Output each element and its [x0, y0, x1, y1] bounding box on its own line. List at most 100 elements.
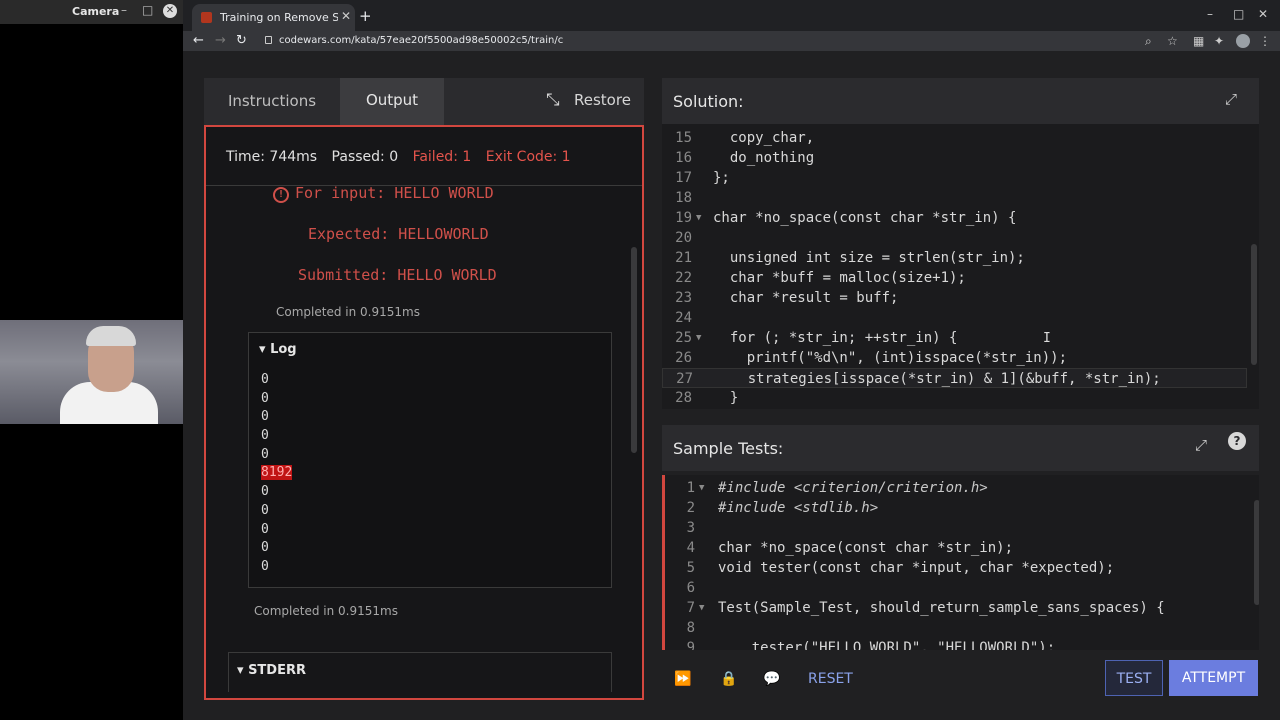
help-icon[interactable]: ? — [1228, 432, 1246, 450]
code-line[interactable]: 26 printf("%d\n", (int)isspace(*str_in))… — [662, 348, 1247, 368]
code-line[interactable]: 21 unsigned int size = strlen(str_in); — [662, 248, 1247, 268]
code-line[interactable]: 9 tester("HELLO WORLD", "HELLOWORLD"); — [665, 638, 1250, 650]
line-number: 1 — [686, 480, 695, 496]
code-line[interactable]: 8 — [665, 618, 1250, 638]
browser-tab[interactable]: Training on Remove String Spaces ✕ — [192, 4, 355, 31]
code-line[interactable]: 3 — [665, 518, 1250, 538]
restore-arrows-icon: ⤡ — [546, 90, 560, 110]
line-number: 16 — [675, 150, 692, 166]
fold-arrow-icon[interactable]: ▼ — [699, 598, 704, 618]
skip-forward-icon[interactable]: ⏩ — [674, 671, 691, 687]
code-line[interactable]: 15 copy_char, — [662, 128, 1247, 148]
log-toggle[interactable]: ▾ Log — [259, 342, 297, 357]
new-tab-button[interactable]: + — [359, 7, 372, 25]
reload-button[interactable]: ↻ — [236, 33, 247, 48]
camera-close-button[interactable]: ✕ — [163, 4, 177, 18]
restore-button[interactable]: ⤡ Restore — [546, 90, 631, 110]
output-scrollbar[interactable] — [631, 247, 637, 453]
tab-output[interactable]: Output — [340, 78, 444, 125]
code-line[interactable]: 19 ▼ char *no_space(const char *str_in) { — [662, 208, 1247, 228]
code-line[interactable]: 28 } — [662, 388, 1247, 408]
code-line[interactable]: 17}; — [662, 168, 1247, 188]
code-line[interactable]: 24 — [662, 308, 1247, 328]
zoom-icon[interactable]: ⌕ — [1145, 34, 1152, 49]
code-line[interactable]: 2 #include <stdlib.h> — [665, 498, 1250, 518]
code-line[interactable]: 23 char *result = buff; — [662, 288, 1247, 308]
sample-tests-editor[interactable]: 1 ▼ #include <criterion/criterion.h> 2 #incl… — [662, 475, 1259, 650]
fold-arrow-icon[interactable]: ▼ — [696, 328, 701, 348]
restore-label: Restore — [574, 91, 631, 109]
reset-button[interactable]: RESET — [808, 671, 853, 687]
fold-arrow-icon[interactable]: ▼ — [699, 478, 704, 498]
stderr-section: ▾ STDERR — [228, 652, 612, 692]
log-box: ▾ Log 0 0 0 0 0 8192 0 0 0 0 0 — [248, 332, 612, 588]
bookmark-star-icon[interactable]: ☆ — [1167, 34, 1178, 48]
solution-scrollbar[interactable] — [1251, 244, 1257, 365]
code-line[interactable]: 25 ▼ for (; *str_in; ++str_in) { — [662, 328, 1247, 348]
unlock-icon[interactable]: 🔒 — [720, 671, 737, 687]
code-line[interactable]: 5 void tester(const char *input, char *ex… — [665, 558, 1250, 578]
line-number: 3 — [686, 520, 695, 536]
tests-scrollbar[interactable] — [1254, 500, 1259, 605]
solution-title: Solution: — [673, 92, 744, 111]
output-area: Time: 744ms Passed: 0 Failed: 1 Exit Cod… — [204, 125, 644, 700]
browser-window: Training on Remove String Spaces ✕ + – □… — [183, 0, 1280, 720]
camera-minimize-button[interactable]: – — [121, 3, 127, 17]
forward-button[interactable]: → — [215, 33, 226, 48]
code-line[interactable]: 18 — [662, 188, 1247, 208]
log-value-text: 0 — [261, 446, 269, 462]
extension-grid-icon[interactable]: ▦ — [1193, 34, 1204, 48]
window-maximize-button[interactable]: □ — [1233, 7, 1244, 21]
code-line[interactable]: 27 strategies[isspace(*str_in) & 1](&buf… — [662, 368, 1247, 388]
output-panel: Instructions Output ⤡ Restore Time: 744ms… — [204, 78, 644, 700]
log-title: Log — [270, 342, 297, 357]
code-line[interactable]: 6 — [665, 578, 1250, 598]
code-text: char *no_space(const char *str_in); — [718, 540, 1014, 556]
line-number: 24 — [675, 310, 692, 326]
line-number: 9 — [686, 640, 695, 650]
code-line[interactable]: 4 char *no_space(const char *str_in); — [665, 538, 1250, 558]
discuss-icon[interactable]: 💬 — [763, 671, 780, 687]
fold-arrow-icon[interactable]: ▼ — [696, 208, 701, 228]
line-number: 27 — [676, 371, 693, 387]
tab-strip: Training on Remove String Spaces ✕ + – □… — [183, 0, 1280, 31]
log-value-text: 0 — [261, 521, 269, 537]
code-line[interactable]: 22 char *buff = malloc(size+1); — [662, 268, 1247, 288]
line-number: 6 — [686, 580, 695, 596]
back-button[interactable]: ← — [193, 33, 204, 48]
log-value-text: 8192 — [261, 465, 293, 481]
code-line[interactable]: 16 do_nothing — [662, 148, 1247, 168]
codewars-page: Instructions Output ⤡ Restore Time: 744ms… — [183, 51, 1280, 720]
solution-header: Solution: ⤢ — [662, 78, 1259, 124]
test-button[interactable]: TEST — [1105, 660, 1163, 696]
code-text: void tester(const char *input, char *exp… — [718, 560, 1115, 576]
code-text: printf("%d\n", (int)isspace(*str_in)); — [713, 350, 1068, 366]
extensions-puzzle-icon[interactable]: ✦ — [1214, 34, 1224, 48]
code-line[interactable]: 20 — [662, 228, 1247, 248]
expand-icon[interactable]: ⤢ — [1225, 90, 1237, 108]
attempt-button[interactable]: ATTEMPT — [1169, 660, 1258, 696]
error-for-input: ! For input: HELLO WORLD — [273, 184, 494, 203]
error-expected: Expected: HELLOWORLD — [308, 225, 489, 243]
code-line[interactable]: 7 ▼ Test(Sample_Test, should_return_sample… — [665, 598, 1250, 618]
code-text: }; — [713, 170, 730, 186]
profile-avatar[interactable] — [1236, 34, 1250, 48]
stderr-toggle[interactable]: ▾ STDERR — [237, 663, 306, 678]
window-minimize-button[interactable]: – — [1207, 7, 1213, 21]
solution-editor[interactable]: 15 copy_char, 16 do_nothing 17}; 18 19 ▼ char … — [662, 124, 1259, 409]
window-close-button[interactable]: ✕ — [1258, 7, 1268, 21]
line-number: 23 — [675, 290, 692, 306]
code-line[interactable]: 1 ▼ #include <criterion/criterion.h> — [665, 478, 1250, 498]
log-value: 0 — [261, 502, 341, 521]
log-value-text: 0 — [261, 540, 269, 556]
tab-close-icon[interactable]: ✕ — [341, 9, 351, 23]
log-value-text: 0 — [261, 372, 269, 387]
tab-instructions[interactable]: Instructions — [204, 78, 340, 125]
expand-icon[interactable]: ⤢ — [1195, 436, 1207, 454]
log-values: 0 0 0 0 0 8192 0 0 0 0 0 — [261, 371, 341, 577]
code-text: tester("HELLO WORLD", "HELLOWORLD"); — [718, 640, 1056, 650]
camera-maximize-button[interactable]: □ — [142, 3, 153, 17]
browser-menu-icon[interactable]: ⋮ — [1259, 34, 1271, 48]
address-bar[interactable]: codewars.com/kata/57eae20f5500ad98e50002… — [279, 35, 563, 46]
line-number: 21 — [675, 250, 692, 266]
